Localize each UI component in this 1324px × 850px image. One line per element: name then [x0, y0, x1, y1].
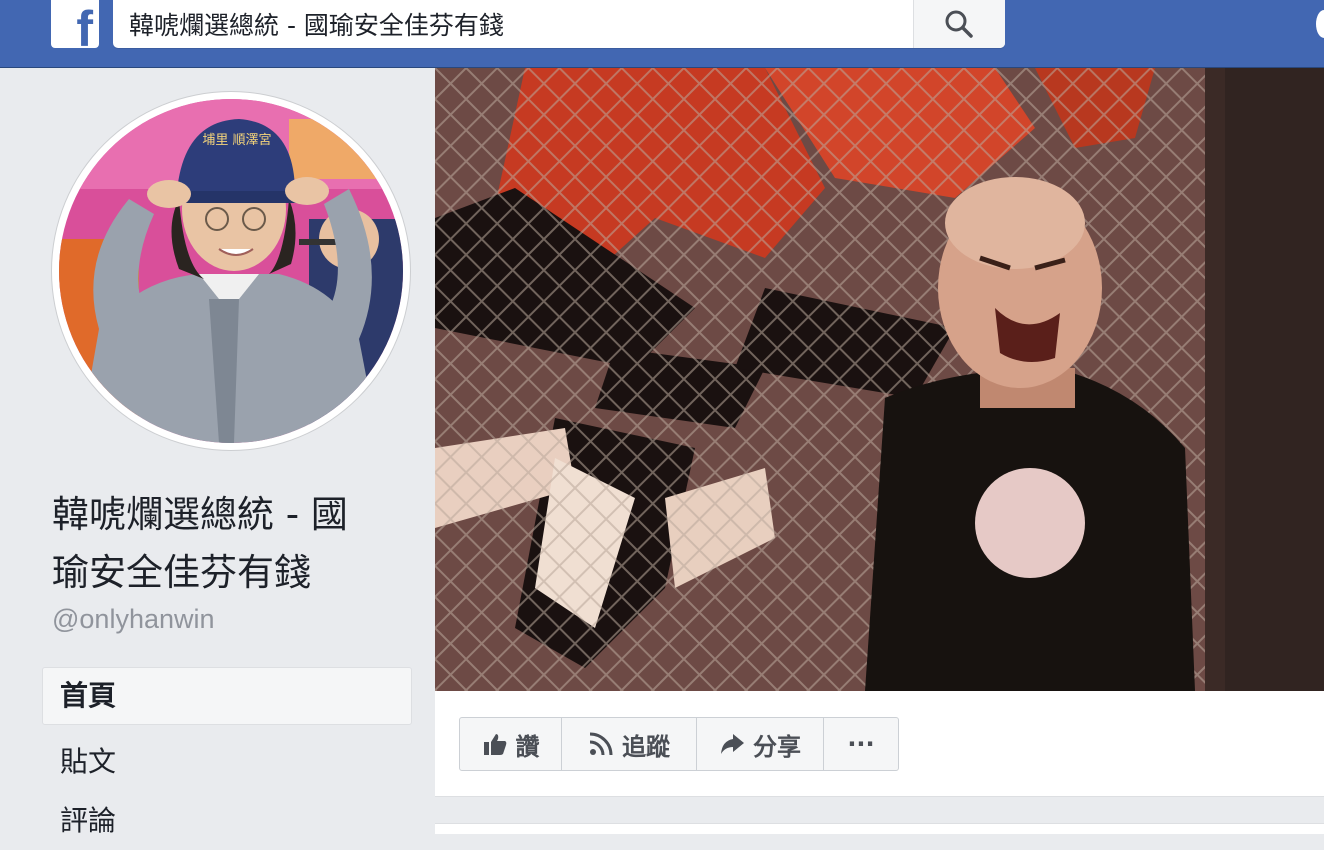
next-card-edge — [435, 823, 1324, 834]
page-username[interactable]: @onlyhanwin — [52, 604, 215, 635]
follow-label: 追蹤 — [622, 732, 670, 761]
facebook-logo-icon[interactable]: f — [51, 0, 99, 54]
search-box — [113, 0, 1005, 48]
more-options-button[interactable]: ··· — [824, 718, 898, 770]
rss-follow-icon — [589, 732, 613, 756]
profile-avatar-edge[interactable] — [1316, 10, 1324, 38]
page-action-bar: 讚 追蹤 分享 ··· — [459, 717, 899, 771]
more-icon: ··· — [847, 730, 875, 758]
share-label: 分享 — [753, 732, 801, 761]
like-button[interactable]: 讚 — [460, 718, 562, 770]
nav-item-posts[interactable]: 貼文 — [42, 733, 412, 791]
page-title[interactable]: 韓唬爛選總統 - 國 瑜安全佳芬有錢 — [52, 486, 412, 602]
follow-button[interactable]: 追蹤 — [562, 718, 697, 770]
search-button[interactable] — [913, 0, 1005, 48]
page-title-line-2: 瑜安全佳芬有錢 — [52, 551, 311, 594]
thumbs-up-icon — [483, 734, 506, 755]
profile-picture: 埔里 順澤宮 — [59, 99, 403, 443]
like-label: 讚 — [515, 732, 540, 761]
share-button[interactable]: 分享 — [697, 718, 824, 770]
page-title-line-1: 韓唬爛選總統 - 國 — [52, 493, 348, 536]
profile-picture-frame[interactable]: 埔里 順澤宮 — [52, 92, 410, 450]
nav-item-home[interactable]: 首頁 — [42, 667, 412, 725]
search-icon — [945, 10, 973, 38]
cover-photo[interactable] — [435, 68, 1324, 691]
search-input[interactable] — [113, 0, 913, 48]
nav-item-reviews[interactable]: 評論 — [42, 792, 412, 850]
share-arrow-icon — [721, 734, 744, 754]
cover-card: 讚 追蹤 分享 ··· — [435, 68, 1324, 797]
top-navigation-bar: f — [0, 0, 1324, 68]
cap-text: 埔里 順澤宮 — [202, 132, 271, 148]
